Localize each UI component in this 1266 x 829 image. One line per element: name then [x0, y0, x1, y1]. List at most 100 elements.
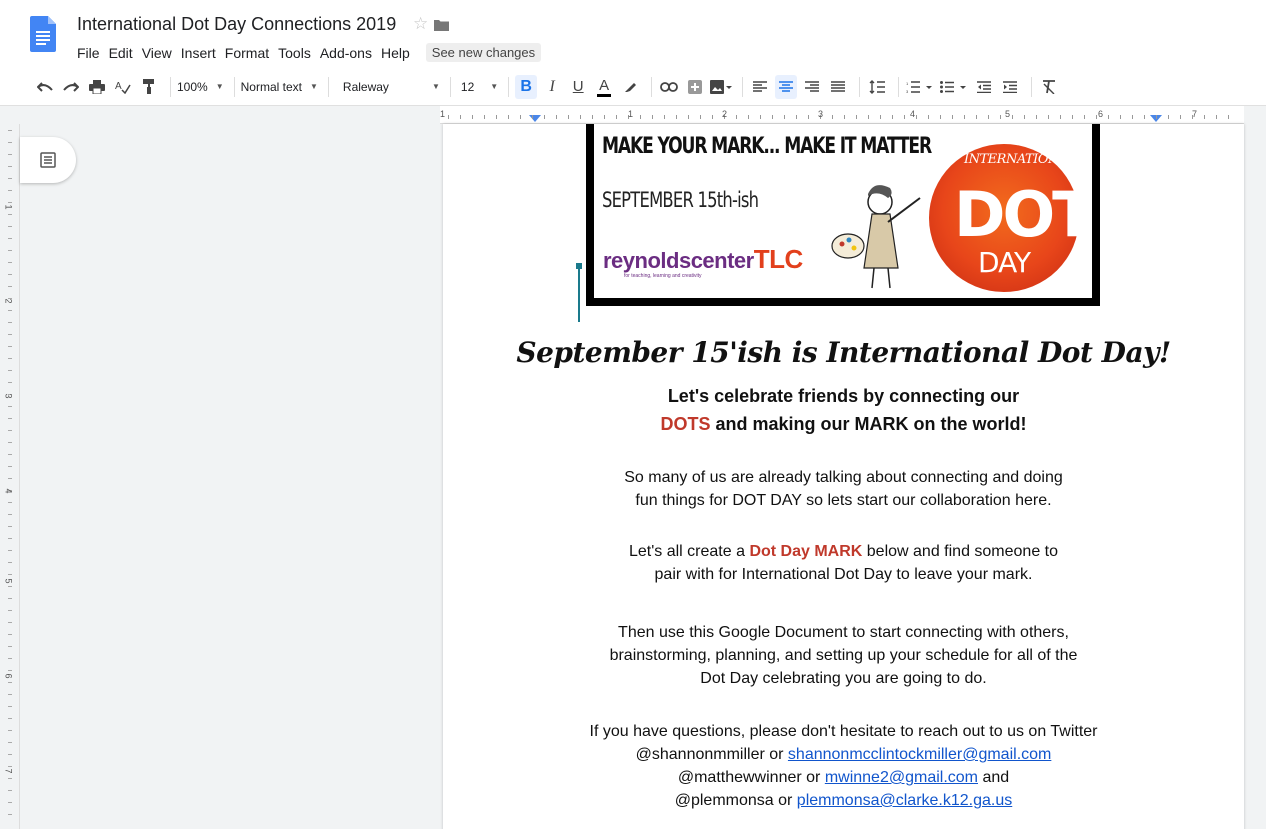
- email-link-shannon[interactable]: shannonmcclintockmiller@gmail.com: [788, 746, 1051, 763]
- ruler-number: 6: [1098, 109, 1104, 119]
- menu-view[interactable]: View: [142, 45, 172, 61]
- ruler-tick: [748, 115, 749, 119]
- clear-formatting-icon[interactable]: [1038, 75, 1060, 99]
- ruler-tick: [8, 262, 12, 263]
- highlight-icon[interactable]: [619, 75, 641, 99]
- ruler-tick: [8, 454, 12, 455]
- ruler-tick: [580, 115, 581, 119]
- font-size-select[interactable]: 12 ▼: [457, 80, 498, 94]
- svg-text:1: 1: [906, 81, 909, 86]
- align-right-icon[interactable]: [801, 75, 823, 99]
- ruler-tick: [1144, 115, 1145, 119]
- menu-file[interactable]: File: [77, 45, 100, 61]
- image-icon[interactable]: [710, 75, 733, 99]
- align-center-icon[interactable]: [775, 74, 798, 99]
- ruler-tick: [1036, 115, 1037, 119]
- p1-line-b: fun things for DOT DAY so lets start our…: [635, 492, 1052, 509]
- italic-button[interactable]: I: [541, 75, 563, 99]
- folder-icon[interactable]: [434, 19, 449, 31]
- bulleted-list-icon[interactable]: [939, 75, 969, 99]
- menu-edit[interactable]: Edit: [109, 45, 133, 61]
- decrease-indent-icon[interactable]: [973, 75, 995, 99]
- paragraph-4: If you have questions, please don't hesi…: [443, 720, 1244, 812]
- banner-brand: reynoldscenterTLC: [603, 244, 803, 275]
- comment-icon[interactable]: [684, 75, 706, 99]
- ruler-tick: [1072, 115, 1073, 119]
- ruler-tick: [8, 730, 12, 731]
- spellcheck-icon[interactable]: A: [112, 75, 134, 99]
- docs-app: International Dot Day Connections 2019 ☆…: [0, 0, 1266, 829]
- ruler-tick: [8, 166, 12, 167]
- ruler-tick: [988, 115, 989, 119]
- font-select[interactable]: Raleway ▼: [335, 80, 440, 94]
- zoom-select[interactable]: 100% ▼: [177, 80, 224, 94]
- ruler-tick: [1156, 115, 1157, 119]
- svg-text:3: 3: [906, 89, 909, 93]
- line-spacing-icon[interactable]: [866, 75, 888, 99]
- bold-button[interactable]: B: [515, 74, 538, 99]
- horizontal-ruler[interactable]: 1 1 2 3 4 5 6 7: [440, 106, 1244, 124]
- text-color-label: A: [599, 76, 610, 94]
- see-new-changes-button[interactable]: See new changes: [425, 43, 542, 62]
- ruler-tick: [472, 115, 473, 119]
- ruler-number: 7: [1192, 109, 1198, 119]
- brand-suffix: TLC: [753, 244, 804, 274]
- ruler-tick: [1228, 115, 1229, 119]
- menu-format[interactable]: Format: [225, 45, 269, 61]
- ruler-tick: [8, 502, 12, 503]
- menu-help[interactable]: Help: [381, 45, 410, 61]
- align-justify-icon[interactable]: [827, 75, 849, 99]
- ruler-tick: [8, 214, 12, 215]
- text-color-button[interactable]: A: [593, 75, 615, 99]
- docs-logo-icon[interactable]: [30, 16, 56, 52]
- ruler-tick: [8, 418, 12, 419]
- ruler-tick: [616, 115, 617, 119]
- document-outline-button[interactable]: [20, 137, 76, 183]
- ruler-tick: [8, 442, 12, 443]
- ruler-tick: [496, 115, 497, 119]
- dot-intl-label: INTERNATIONAL: [964, 152, 1076, 167]
- ruler-tick: [892, 115, 893, 119]
- left-indent-marker[interactable]: [529, 115, 541, 122]
- ruler-tick: [8, 130, 12, 131]
- girl-painting-illustration: [831, 185, 921, 289]
- ruler-tick: [8, 574, 12, 575]
- align-left-icon[interactable]: [749, 75, 771, 99]
- ruler-tick: [8, 466, 12, 467]
- ruler-tick: [784, 115, 785, 119]
- style-select[interactable]: Normal text ▼: [241, 80, 318, 94]
- ruler-number: 2: [722, 109, 728, 119]
- ruler-tick: [484, 115, 485, 119]
- dot-day-banner-image[interactable]: MAKE YOUR MARK... MAKE IT MATTER SEPTEMB…: [586, 124, 1100, 306]
- paint-format-icon[interactable]: [138, 75, 160, 99]
- ruler-tick: [8, 538, 12, 539]
- p1-line-a: So many of us are already talking about …: [624, 469, 1063, 486]
- menu-bar: File Edit View Insert Format Tools Add-o…: [77, 43, 542, 62]
- menu-insert[interactable]: Insert: [181, 45, 216, 61]
- ruler-tick: [8, 622, 12, 623]
- increase-indent-icon[interactable]: [999, 75, 1021, 99]
- ruler-tick: [520, 115, 521, 119]
- document-page[interactable]: MAKE YOUR MARK... MAKE IT MATTER SEPTEMB…: [443, 124, 1244, 829]
- document-title[interactable]: International Dot Day Connections 2019: [77, 14, 396, 35]
- menu-addons[interactable]: Add-ons: [320, 45, 372, 61]
- ruler-tick: [8, 670, 12, 671]
- redo-icon[interactable]: [60, 75, 82, 99]
- underline-button[interactable]: U: [567, 75, 589, 99]
- ruler-tick: [568, 115, 569, 119]
- menu-tools[interactable]: Tools: [278, 45, 311, 61]
- email-link-matthew[interactable]: mwinne2@gmail.com: [825, 769, 978, 786]
- numbered-list-icon[interactable]: 13: [905, 75, 935, 99]
- ruler-tick: [8, 430, 12, 431]
- star-icon[interactable]: ☆: [413, 14, 428, 34]
- link-icon[interactable]: [658, 75, 680, 99]
- ruler-tick: [8, 310, 12, 311]
- print-icon[interactable]: [86, 75, 108, 99]
- undo-icon[interactable]: [34, 75, 56, 99]
- ruler-tick: [1084, 115, 1085, 119]
- ruler-tick: [856, 115, 857, 119]
- ruler-tick: [8, 202, 12, 203]
- ruler-tick: [8, 706, 12, 707]
- paragraph-3: Then use this Google Document to start c…: [443, 621, 1244, 690]
- email-link-plemmons[interactable]: plemmonsa@clarke.k12.ga.us: [797, 792, 1012, 809]
